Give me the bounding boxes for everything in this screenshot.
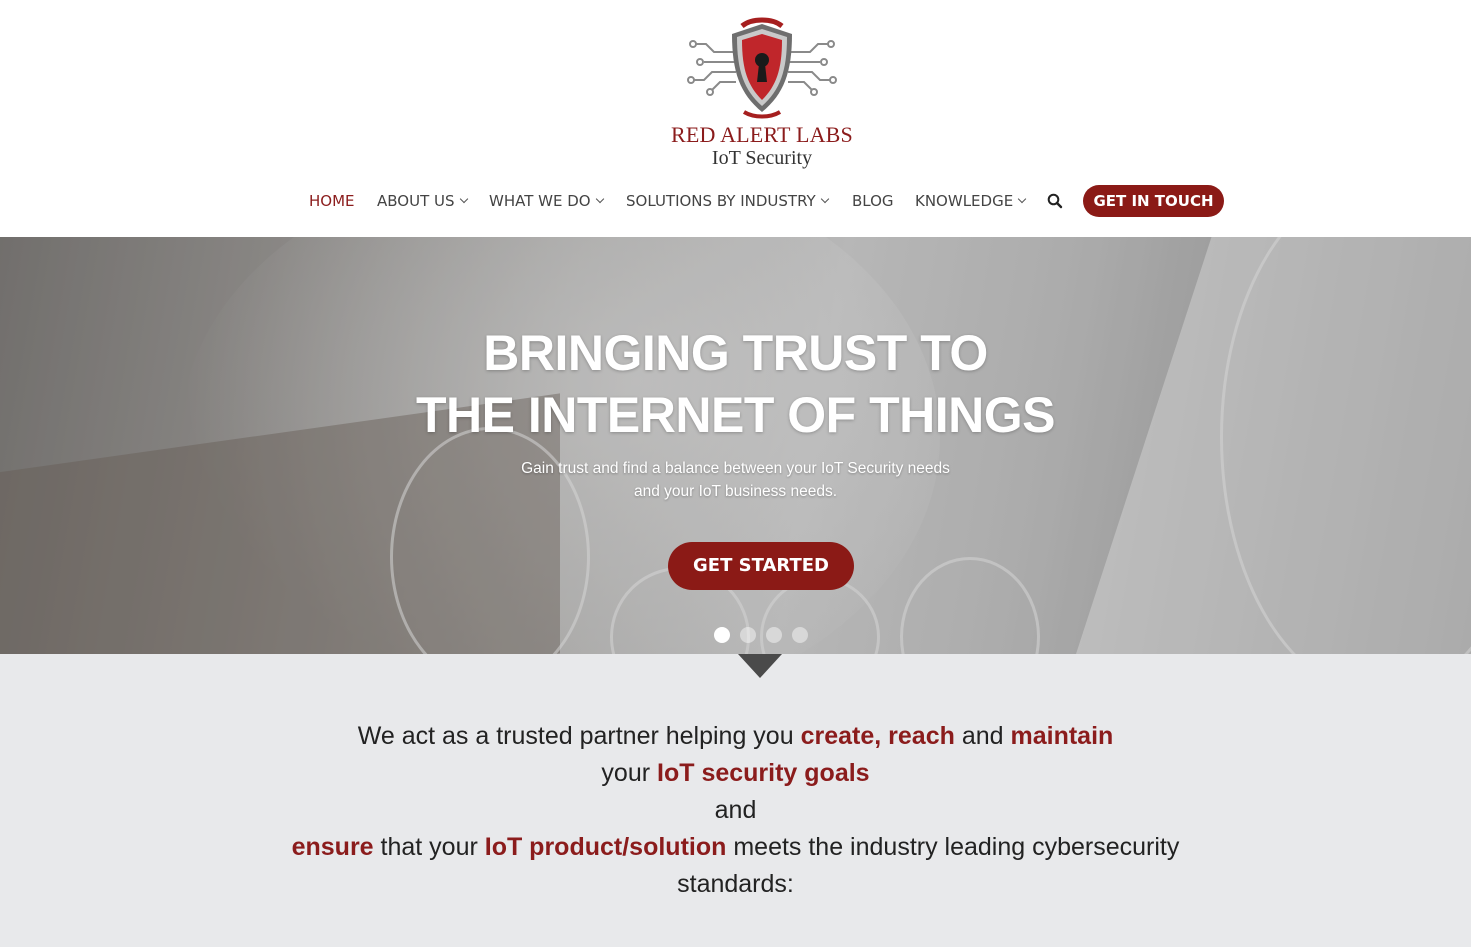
intro-line-2: your IoT security goals bbox=[0, 755, 1471, 792]
nav-item-label: SOLUTIONS BY INDUSTRY bbox=[626, 192, 816, 210]
intro-text: and bbox=[954, 722, 1011, 750]
nav-item-label: BLOG bbox=[852, 192, 894, 210]
get-in-touch-button[interactable]: GET IN TOUCH bbox=[1083, 185, 1224, 217]
nav-item-knowledge[interactable]: KNOWLEDGE bbox=[915, 186, 1027, 216]
brand-name: RED ALERT LABS bbox=[671, 122, 853, 147]
hero-title-line: BRINGING TRUST TO bbox=[483, 325, 988, 381]
chevron-down-icon bbox=[595, 194, 604, 204]
intro-text: that your bbox=[373, 833, 485, 861]
nav-item-what-we-do[interactable]: WHAT WE DO bbox=[489, 186, 604, 216]
main-nav: HOME ABOUT US WHAT WE DO SOLUTIONS BY IN… bbox=[0, 186, 1471, 216]
intro-text: your bbox=[601, 759, 658, 787]
brand-tagline: IoT Security bbox=[711, 147, 813, 169]
slider-dot-3[interactable] bbox=[766, 627, 782, 643]
hero-subtitle: Gain trust and find a balance between yo… bbox=[0, 457, 1471, 503]
nav-item-about-us[interactable]: ABOUT US bbox=[377, 186, 468, 216]
slider-dot-1[interactable] bbox=[714, 627, 730, 643]
chevron-down-icon bbox=[820, 194, 829, 204]
nav-item-solutions-by-industry[interactable]: SOLUTIONS BY INDUSTRY bbox=[626, 186, 829, 216]
intro-line-5: standards: bbox=[0, 866, 1471, 903]
intro-highlight: reach bbox=[888, 722, 955, 750]
intro-highlight: IoT security goals bbox=[657, 759, 870, 787]
intro-highlight: IoT product/solution bbox=[484, 833, 727, 861]
site-header: RED ALERT LABS IoT Security HOME ABOUT U… bbox=[0, 0, 1471, 237]
hero-title-line: THE INTERNET OF THINGS bbox=[416, 387, 1056, 443]
intro-line-4: ensure that your IoT product/solution me… bbox=[0, 829, 1471, 866]
intro-line-1: We act as a trusted partner helping you … bbox=[0, 718, 1471, 755]
intro-highlight: create bbox=[800, 722, 875, 750]
intro-text: meets the industry leading cybersecurity bbox=[726, 833, 1180, 861]
intro-text: standards: bbox=[677, 870, 794, 898]
section-pointer bbox=[738, 654, 782, 678]
intro-text: We act as a trusted partner helping you bbox=[357, 722, 801, 750]
get-started-button[interactable]: GET STARTED bbox=[668, 542, 854, 590]
chevron-down-icon bbox=[1017, 194, 1027, 204]
slider-pagination bbox=[714, 627, 814, 643]
intro-line-3: and bbox=[0, 792, 1471, 829]
nav-item-label: WHAT WE DO bbox=[489, 192, 591, 210]
nav-item-label: HOME bbox=[309, 192, 355, 210]
intro-highlight: ensure bbox=[291, 833, 374, 861]
nav-item-label: KNOWLEDGE bbox=[915, 192, 1014, 210]
slider-dot-2[interactable] bbox=[740, 627, 756, 643]
nav-item-label: ABOUT US bbox=[377, 192, 455, 210]
intro-text: and bbox=[714, 796, 757, 824]
search-icon[interactable] bbox=[1047, 193, 1063, 209]
nav-item-blog[interactable]: BLOG bbox=[852, 186, 894, 216]
brand-logo[interactable]: RED ALERT LABS IoT Security bbox=[660, 16, 864, 174]
intro-statement: We act as a trusted partner helping you … bbox=[0, 718, 1471, 903]
hero-subtitle-line: and your IoT business needs. bbox=[633, 483, 838, 500]
chevron-down-icon bbox=[459, 194, 468, 204]
intro-highlight: , bbox=[874, 722, 889, 750]
hero-title: BRINGING TRUST TO THE INTERNET OF THINGS bbox=[0, 322, 1471, 446]
nav-item-home[interactable]: HOME bbox=[309, 186, 355, 216]
shield-keyhole-icon bbox=[687, 17, 837, 119]
intro-highlight: maintain bbox=[1010, 722, 1114, 750]
hero-subtitle-line: Gain trust and find a balance between yo… bbox=[521, 460, 950, 477]
slider-dot-4[interactable] bbox=[792, 627, 808, 643]
